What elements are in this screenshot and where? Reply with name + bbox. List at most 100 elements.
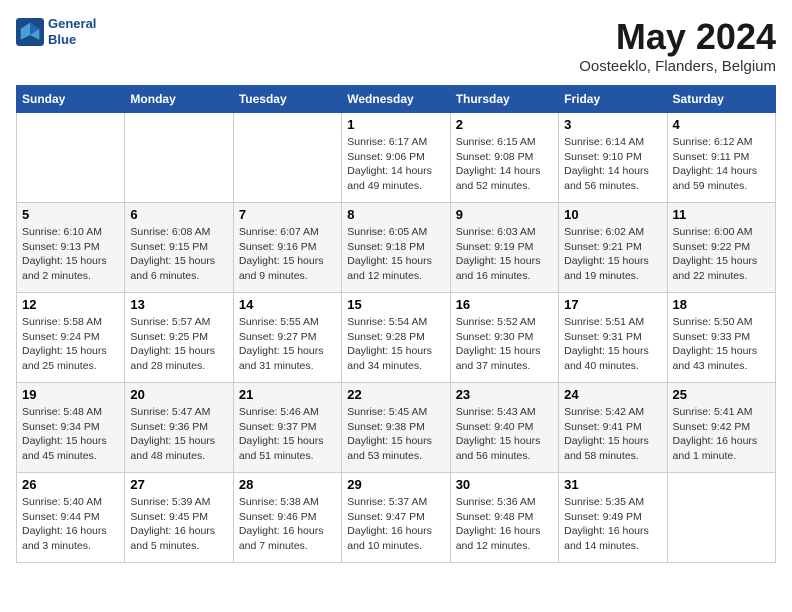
calendar-cell: 10 Sunrise: 6:02 AMSunset: 9:21 PMDayligh…: [559, 203, 667, 293]
day-info: Sunrise: 5:57 AMSunset: 9:25 PMDaylight:…: [130, 315, 227, 374]
page-header: General Blue May 2024 Oosteeklo, Flander…: [16, 16, 776, 75]
day-info: Sunrise: 5:42 AMSunset: 9:41 PMDaylight:…: [564, 405, 661, 464]
day-info: Sunrise: 5:46 AMSunset: 9:37 PMDaylight:…: [239, 405, 336, 464]
header-day-tuesday: Tuesday: [233, 86, 341, 113]
calendar-cell: 5 Sunrise: 6:10 AMSunset: 9:13 PMDaylight…: [17, 203, 125, 293]
day-info: Sunrise: 5:48 AMSunset: 9:34 PMDaylight:…: [22, 405, 119, 464]
logo-line2: Blue: [48, 32, 96, 48]
day-number: 24: [564, 387, 661, 402]
day-info: Sunrise: 6:00 AMSunset: 9:22 PMDaylight:…: [673, 225, 770, 284]
day-info: Sunrise: 6:10 AMSunset: 9:13 PMDaylight:…: [22, 225, 119, 284]
title-block: May 2024 Oosteeklo, Flanders, Belgium: [579, 16, 776, 75]
calendar-cell: 12 Sunrise: 5:58 AMSunset: 9:24 PMDayligh…: [17, 293, 125, 383]
day-number: 30: [456, 477, 553, 492]
day-number: 21: [239, 387, 336, 402]
calendar-cell: 19 Sunrise: 5:48 AMSunset: 9:34 PMDayligh…: [17, 383, 125, 473]
day-number: 8: [347, 207, 444, 222]
day-info: Sunrise: 6:05 AMSunset: 9:18 PMDaylight:…: [347, 225, 444, 284]
calendar-table: SundayMondayTuesdayWednesdayThursdayFrid…: [16, 85, 776, 563]
calendar-cell: 16Sunrise: 5:52 AMSunset: 9:30 PMDayligh…: [450, 293, 558, 383]
week-row-1: 1 Sunrise: 6:17 AMSunset: 9:06 PMDaylight…: [17, 113, 776, 203]
day-number: 18: [673, 297, 770, 312]
day-info: Sunrise: 5:43 AMSunset: 9:40 PMDaylight:…: [456, 405, 553, 464]
day-number: 27: [130, 477, 227, 492]
day-number: 9: [456, 207, 553, 222]
day-number: 20: [130, 387, 227, 402]
header-day-sunday: Sunday: [17, 86, 125, 113]
day-number: 14: [239, 297, 336, 312]
day-number: 11: [673, 207, 770, 222]
day-info: Sunrise: 5:54 AMSunset: 9:28 PMDaylight:…: [347, 315, 444, 374]
calendar-cell: 4Sunrise: 6:12 AMSunset: 9:11 PMDaylight…: [667, 113, 775, 203]
calendar-cell: 28Sunrise: 5:38 AMSunset: 9:46 PMDayligh…: [233, 473, 341, 563]
day-number: 6: [130, 207, 227, 222]
day-number: 5: [22, 207, 119, 222]
day-info: Sunrise: 5:35 AMSunset: 9:49 PMDaylight:…: [564, 495, 661, 554]
day-info: Sunrise: 6:08 AMSunset: 9:15 PMDaylight:…: [130, 225, 227, 284]
calendar-cell: 8 Sunrise: 6:05 AMSunset: 9:18 PMDaylight…: [342, 203, 450, 293]
logo-text: General Blue: [48, 16, 96, 47]
calendar-cell: 31Sunrise: 5:35 AMSunset: 9:49 PMDayligh…: [559, 473, 667, 563]
day-info: Sunrise: 5:45 AMSunset: 9:38 PMDaylight:…: [347, 405, 444, 464]
header-row: SundayMondayTuesdayWednesdayThursdayFrid…: [17, 86, 776, 113]
calendar-cell: 11 Sunrise: 6:00 AMSunset: 9:22 PMDayligh…: [667, 203, 775, 293]
day-number: 15: [347, 297, 444, 312]
day-info: Sunrise: 5:37 AMSunset: 9:47 PMDaylight:…: [347, 495, 444, 554]
calendar-cell: 17 Sunrise: 5:51 AMSunset: 9:31 PMDayligh…: [559, 293, 667, 383]
day-info: Sunrise: 5:36 AMSunset: 9:48 PMDaylight:…: [456, 495, 553, 554]
day-info: Sunrise: 5:51 AMSunset: 9:31 PMDaylight:…: [564, 315, 661, 374]
day-info: Sunrise: 6:07 AMSunset: 9:16 PMDaylight:…: [239, 225, 336, 284]
day-info: Sunrise: 6:02 AMSunset: 9:21 PMDaylight:…: [564, 225, 661, 284]
day-info: Sunrise: 6:12 AMSunset: 9:11 PMDaylight:…: [673, 135, 770, 194]
day-info: Sunrise: 6:03 AMSunset: 9:19 PMDaylight:…: [456, 225, 553, 284]
calendar-cell: 3 Sunrise: 6:14 AMSunset: 9:10 PMDaylight…: [559, 113, 667, 203]
calendar-cell: 27 Sunrise: 5:39 AMSunset: 9:45 PMDayligh…: [125, 473, 233, 563]
day-number: 19: [22, 387, 119, 402]
calendar-cell: 9 Sunrise: 6:03 AMSunset: 9:19 PMDaylight…: [450, 203, 558, 293]
day-number: 7: [239, 207, 336, 222]
calendar-cell: 21 Sunrise: 5:46 AMSunset: 9:37 PMDayligh…: [233, 383, 341, 473]
calendar-cell: [667, 473, 775, 563]
month-title: May 2024: [579, 16, 776, 58]
calendar-cell: [17, 113, 125, 203]
calendar-cell: 25 Sunrise: 5:41 AMSunset: 9:42 PMDayligh…: [667, 383, 775, 473]
header-day-friday: Friday: [559, 86, 667, 113]
week-row-2: 5 Sunrise: 6:10 AMSunset: 9:13 PMDaylight…: [17, 203, 776, 293]
calendar-cell: 20Sunrise: 5:47 AMSunset: 9:36 PMDayligh…: [125, 383, 233, 473]
day-info: Sunrise: 5:58 AMSunset: 9:24 PMDaylight:…: [22, 315, 119, 374]
calendar-cell: 14Sunrise: 5:55 AMSunset: 9:27 PMDayligh…: [233, 293, 341, 383]
day-info: Sunrise: 5:41 AMSunset: 9:42 PMDaylight:…: [673, 405, 770, 464]
header-day-wednesday: Wednesday: [342, 86, 450, 113]
day-number: 26: [22, 477, 119, 492]
day-info: Sunrise: 5:50 AMSunset: 9:33 PMDaylight:…: [673, 315, 770, 374]
week-row-4: 19 Sunrise: 5:48 AMSunset: 9:34 PMDayligh…: [17, 383, 776, 473]
day-info: Sunrise: 5:39 AMSunset: 9:45 PMDaylight:…: [130, 495, 227, 554]
calendar-cell: [233, 113, 341, 203]
day-info: Sunrise: 6:17 AMSunset: 9:06 PMDaylight:…: [347, 135, 444, 194]
day-number: 22: [347, 387, 444, 402]
day-number: 25: [673, 387, 770, 402]
day-number: 16: [456, 297, 553, 312]
calendar-cell: 1 Sunrise: 6:17 AMSunset: 9:06 PMDaylight…: [342, 113, 450, 203]
logo-line1: General: [48, 16, 96, 32]
day-number: 23: [456, 387, 553, 402]
logo: General Blue: [16, 16, 96, 47]
day-number: 10: [564, 207, 661, 222]
calendar-cell: 23 Sunrise: 5:43 AMSunset: 9:40 PMDayligh…: [450, 383, 558, 473]
calendar-cell: 26 Sunrise: 5:40 AMSunset: 9:44 PMDayligh…: [17, 473, 125, 563]
day-info: Sunrise: 5:40 AMSunset: 9:44 PMDaylight:…: [22, 495, 119, 554]
calendar-cell: 7 Sunrise: 6:07 AMSunset: 9:16 PMDaylight…: [233, 203, 341, 293]
day-number: 28: [239, 477, 336, 492]
day-number: 1: [347, 117, 444, 132]
day-number: 12: [22, 297, 119, 312]
day-number: 17: [564, 297, 661, 312]
header-day-saturday: Saturday: [667, 86, 775, 113]
day-info: Sunrise: 6:15 AMSunset: 9:08 PMDaylight:…: [456, 135, 553, 194]
day-info: Sunrise: 6:14 AMSunset: 9:10 PMDaylight:…: [564, 135, 661, 194]
logo-icon: [16, 18, 44, 46]
calendar-cell: [125, 113, 233, 203]
day-number: 2: [456, 117, 553, 132]
day-number: 3: [564, 117, 661, 132]
header-day-thursday: Thursday: [450, 86, 558, 113]
calendar-cell: 15 Sunrise: 5:54 AMSunset: 9:28 PMDayligh…: [342, 293, 450, 383]
